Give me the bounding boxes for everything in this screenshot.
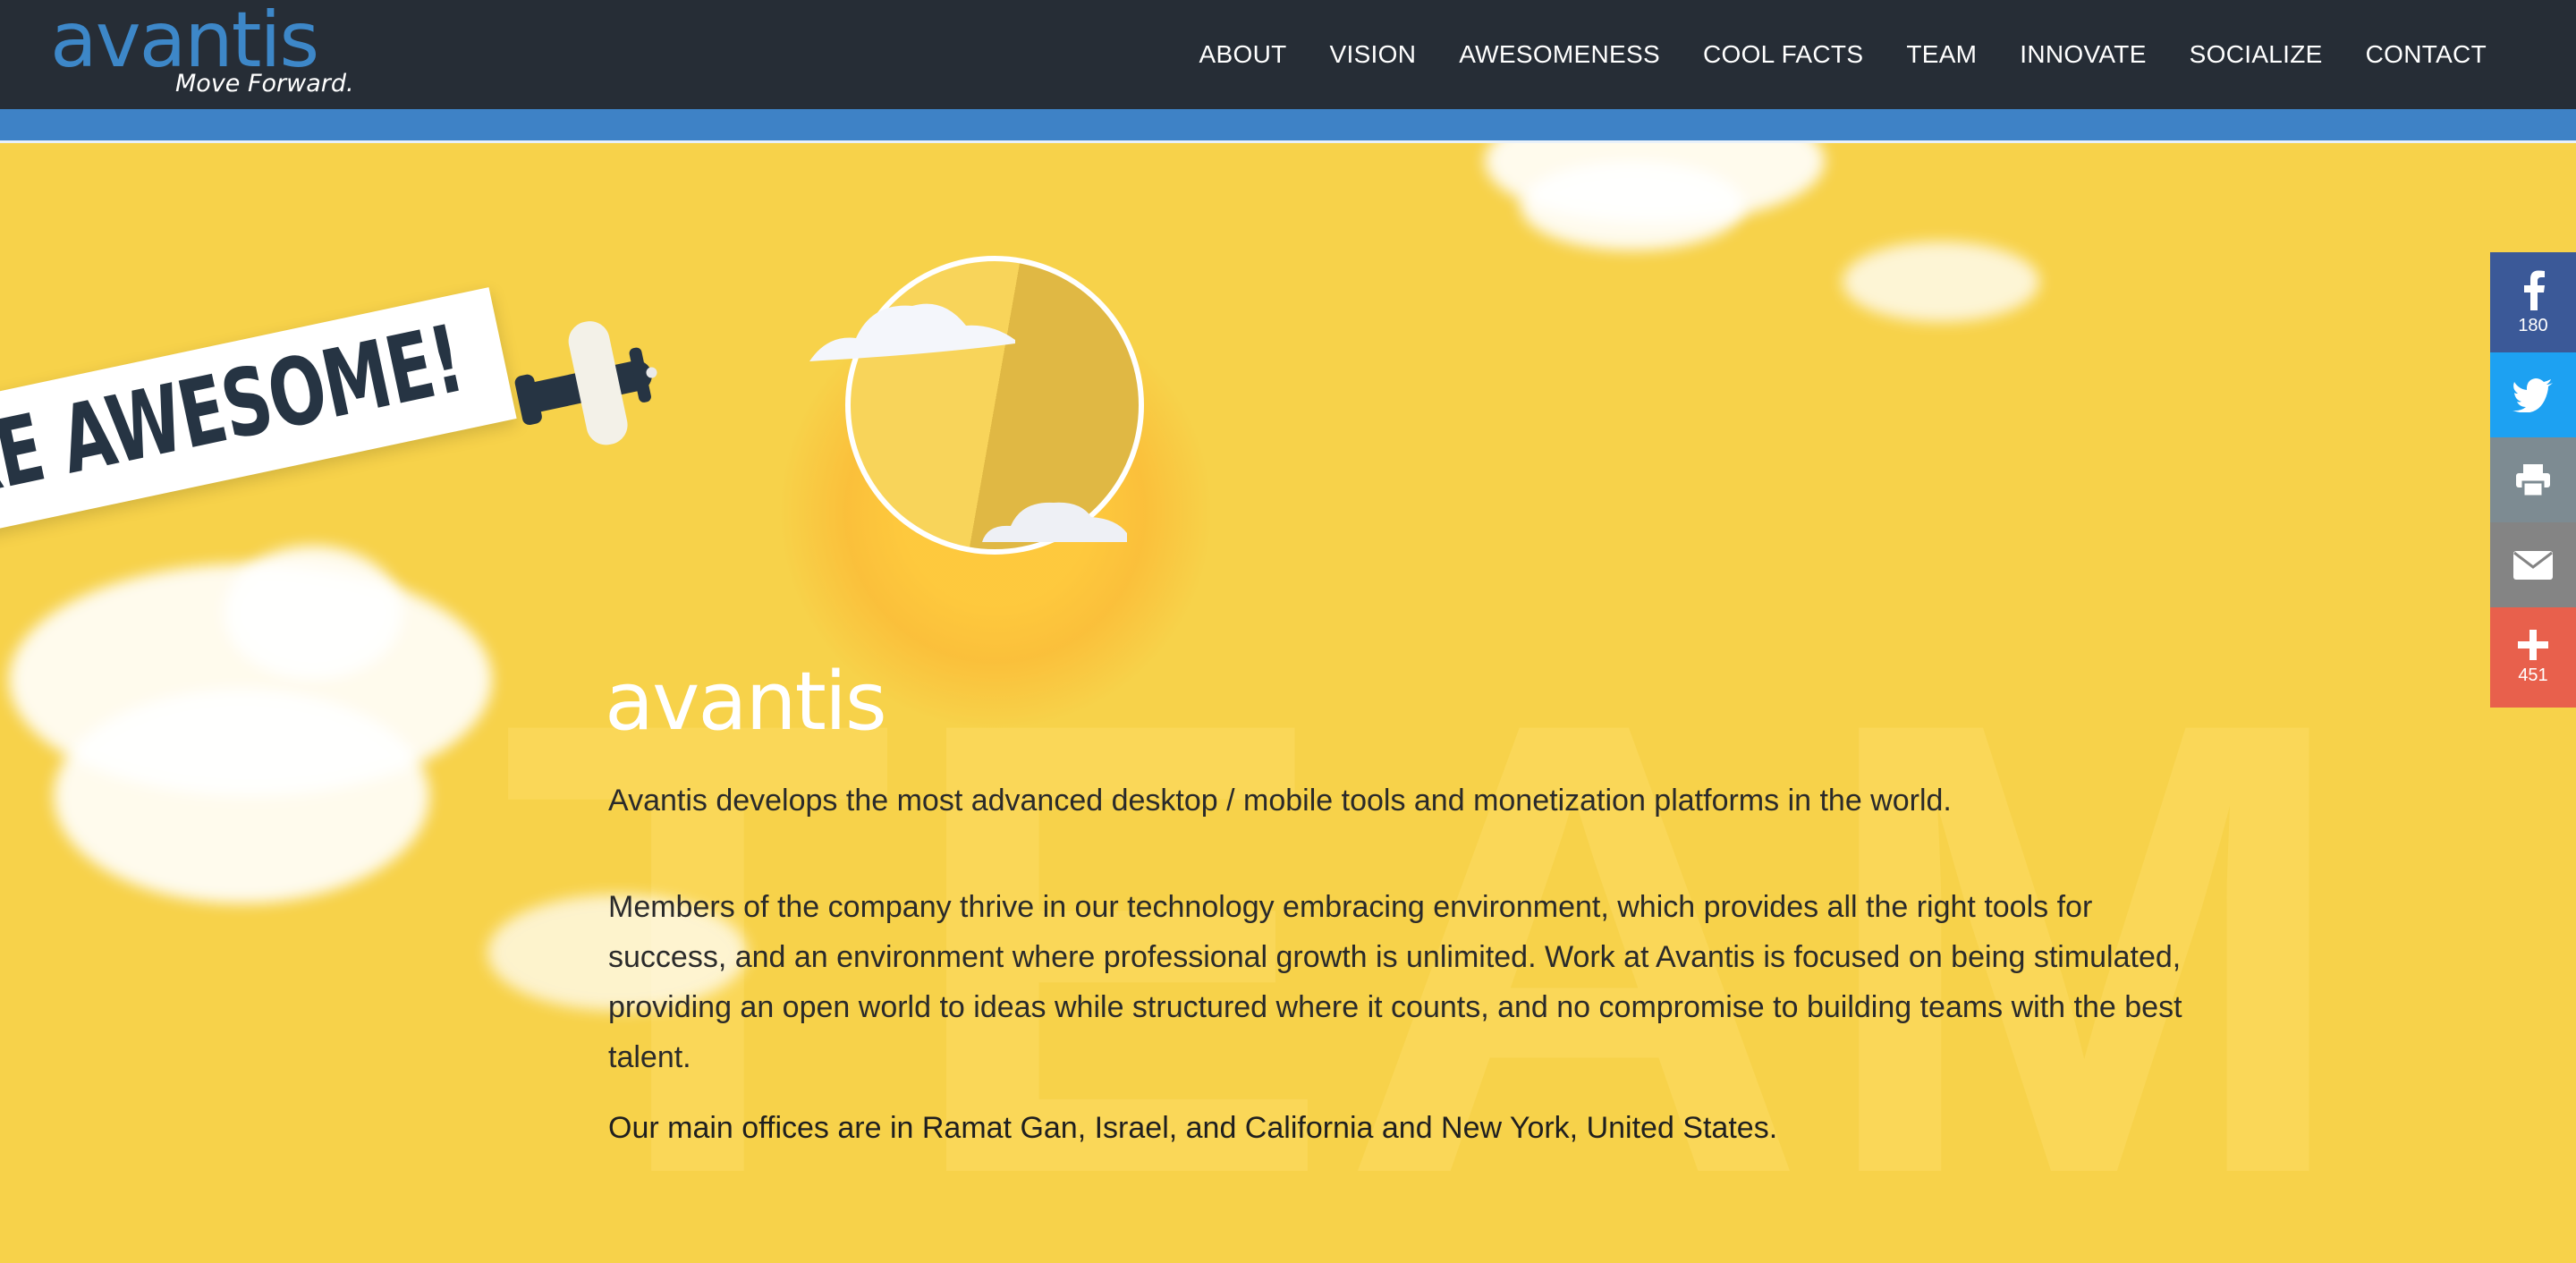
nav-socialize[interactable]: SOCIALIZE: [2190, 40, 2323, 69]
email-icon: [2513, 550, 2553, 580]
print-icon: [2516, 463, 2550, 497]
nav-cool-facts[interactable]: COOL FACTS: [1703, 40, 1863, 69]
banner-text: RE AWESOME!: [0, 303, 471, 520]
plus-icon: [2518, 629, 2548, 660]
cloud-decoration: [1843, 242, 2039, 322]
cloud-decoration: [1521, 161, 1744, 250]
sun-cloud-icon: [982, 502, 1127, 542]
nav-innovate[interactable]: INNOVATE: [2020, 40, 2146, 69]
twitter-icon: [2512, 377, 2553, 412]
cloud-decoration: [54, 689, 429, 903]
cloud-decoration: [224, 546, 402, 680]
team-hero-section: TEAM RE AWESOME! avantis Avantis develop…: [0, 143, 2576, 1263]
airplane-icon: [514, 321, 657, 445]
offices-paragraph: Our main offices are in Ramat Gan, Israe…: [608, 1111, 1778, 1145]
logo-wordmark: avantis: [50, 0, 319, 85]
nav-contact[interactable]: CONTACT: [2366, 40, 2487, 69]
more-share-button[interactable]: 451: [2490, 607, 2576, 708]
nav-awesomeness[interactable]: AWESOMENESS: [1459, 40, 1660, 69]
print-button[interactable]: [2490, 437, 2576, 522]
blue-strip: [0, 109, 2576, 143]
top-navigation-bar: avantis Move Forward. ABOUT VISION AWESO…: [0, 0, 2576, 109]
avantis-brand-logo: avantis: [605, 655, 887, 749]
facebook-share-button[interactable]: 180: [2490, 252, 2576, 352]
facebook-share-count: 180: [2518, 315, 2548, 335]
intro-paragraph: Avantis develops the most advanced deskt…: [608, 784, 1952, 818]
email-share-button[interactable]: [2490, 522, 2576, 607]
nav-team[interactable]: TEAM: [1906, 40, 1977, 69]
company-description: Members of the company thrive in our tec…: [608, 890, 2182, 1074]
logo-tagline: Move Forward.: [175, 70, 354, 97]
site-logo[interactable]: avantis Move Forward.: [50, 2, 354, 100]
facebook-icon: [2524, 270, 2545, 310]
nav-about[interactable]: ABOUT: [1199, 40, 1287, 69]
plane-banner: RE AWESOME!: [0, 287, 517, 534]
nav-vision[interactable]: VISION: [1330, 40, 1417, 69]
share-sidebar: 180 451: [2490, 252, 2576, 708]
main-nav: ABOUT VISION AWESOMENESS COOL FACTS TEAM…: [1157, 0, 2576, 109]
more-share-count: 451: [2518, 665, 2548, 685]
sun-cloud-icon: [809, 303, 1015, 361]
twitter-share-button[interactable]: [2490, 352, 2576, 437]
